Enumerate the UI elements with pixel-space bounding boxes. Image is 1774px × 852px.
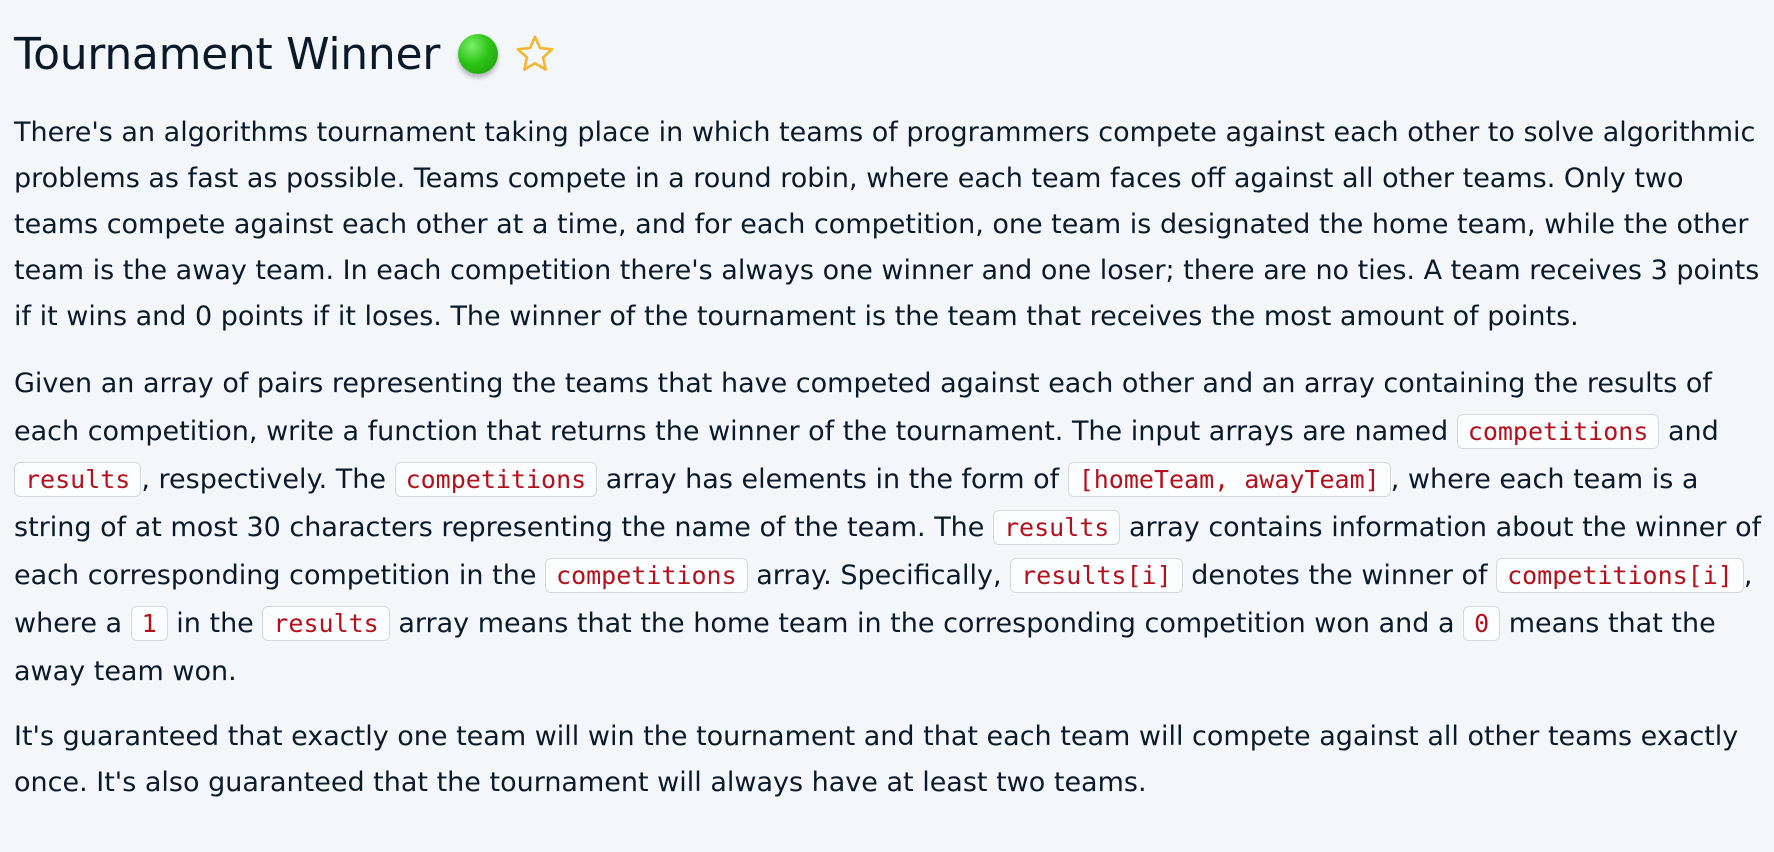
text-span: , respectively. The [141, 464, 395, 495]
title-row: Tournament Winner [14, 22, 1762, 86]
inline-code: competitions [394, 462, 598, 497]
description-paragraph-2: Given an array of pairs representing the… [14, 360, 1762, 696]
inline-code: results[i] [1010, 558, 1183, 593]
text-span: array has elements in the form of [597, 464, 1068, 495]
difficulty-indicator-icon [458, 34, 499, 74]
inline-code: results [262, 606, 390, 641]
inline-code: competitions [545, 558, 748, 593]
text-span: array means that the home team in the co… [389, 608, 1464, 639]
text-span: denotes the winner of [1182, 560, 1497, 591]
inline-code: competitions [1456, 414, 1660, 449]
inline-code: competitions[i] [1496, 558, 1744, 593]
inline-code: [homeTeam, awayTeam] [1067, 462, 1391, 497]
inline-code: results [993, 510, 1121, 545]
problem-page: Tournament Winner There's an algorithms … [0, 0, 1774, 806]
text-span: in the [167, 608, 263, 639]
text-span: array. Specifically, [747, 560, 1011, 591]
description-paragraph-1: There's an algorithms tournament taking … [14, 117, 1760, 332]
description-paragraph-3: It's guaranteed that exactly one team wi… [14, 721, 1739, 798]
star-outline-icon[interactable] [514, 33, 556, 75]
page-title: Tournament Winner [14, 28, 441, 80]
text-span: and [1659, 416, 1719, 447]
inline-code: 0 [1463, 606, 1501, 641]
inline-code: 1 [130, 606, 168, 641]
inline-code: results [14, 462, 142, 497]
